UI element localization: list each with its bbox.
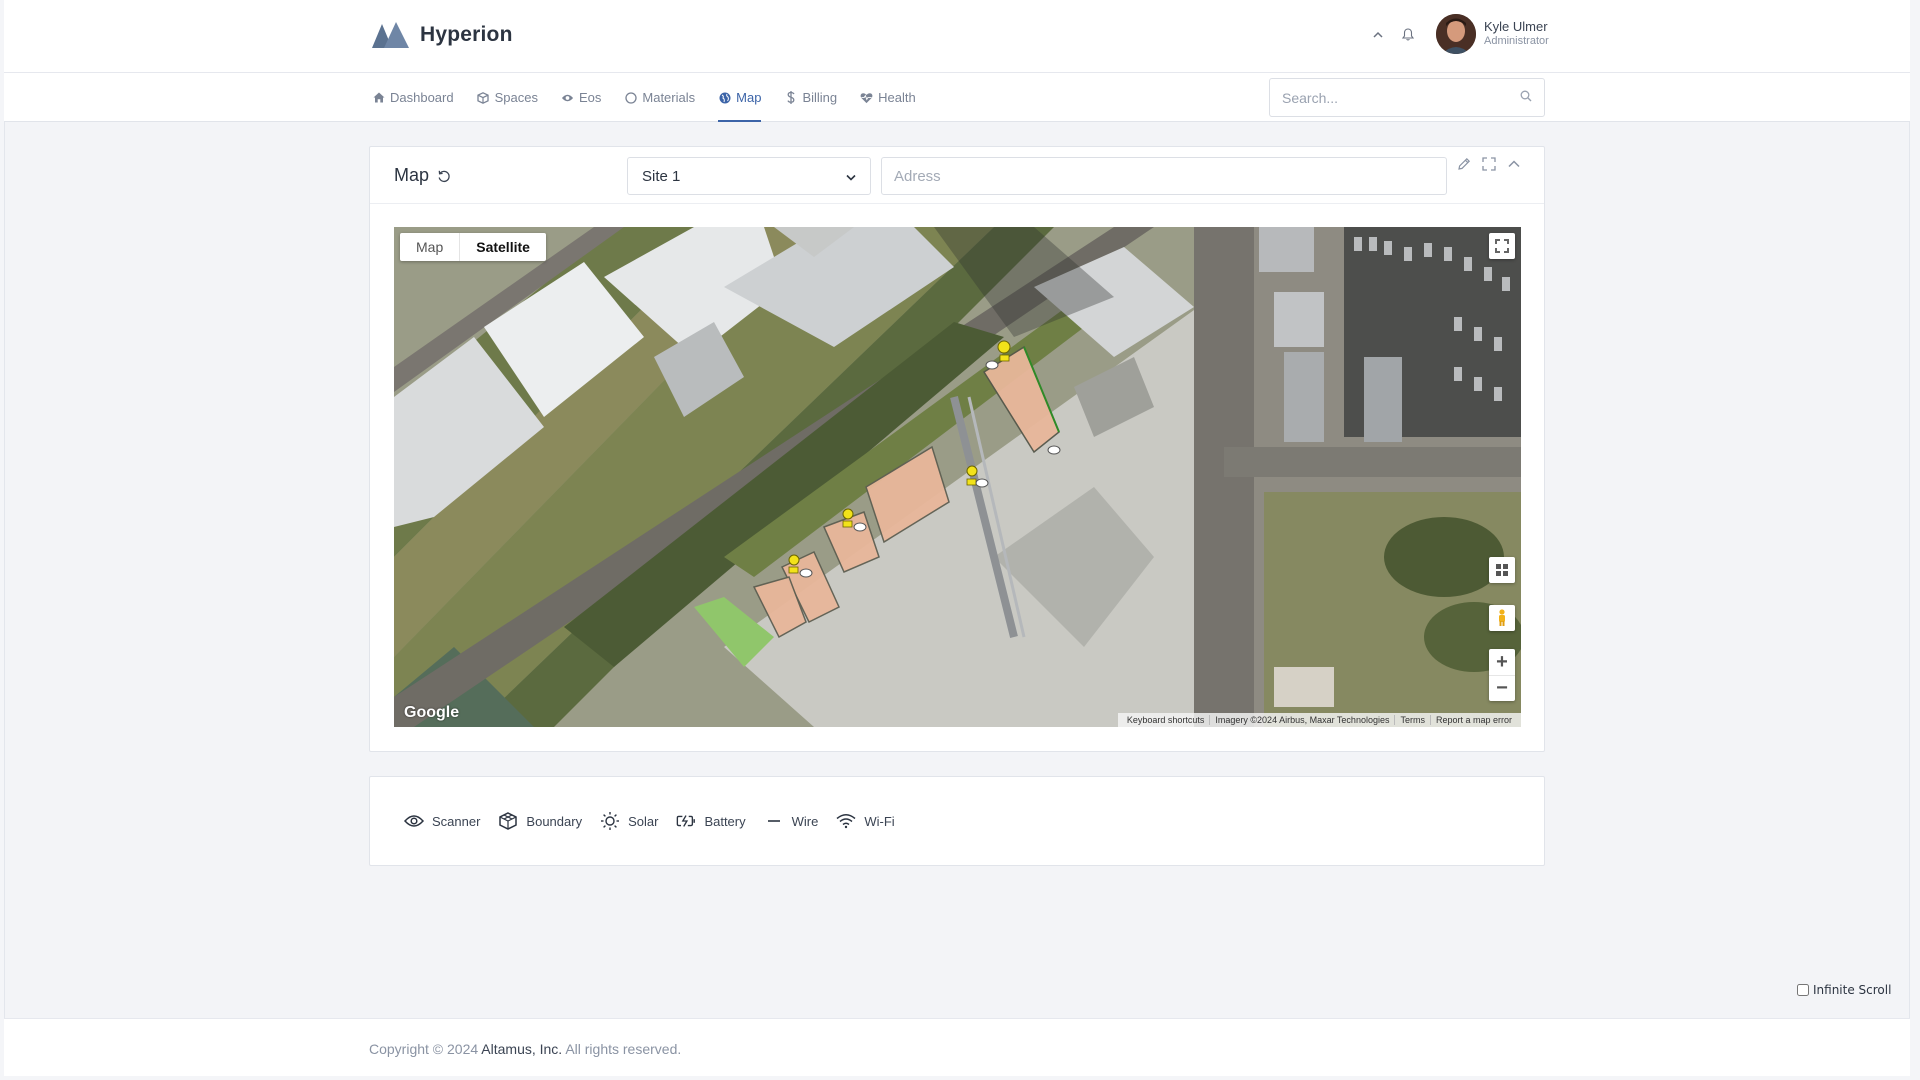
keyboard-shortcuts-link[interactable]: Keyboard shortcuts bbox=[1122, 715, 1210, 725]
nav-item-label: Billing bbox=[802, 90, 838, 105]
site-select[interactable]: Site 1 bbox=[627, 157, 871, 195]
map-legend: Scanner Boundary Solar Battery Wire Wi-F… bbox=[404, 812, 895, 830]
map-card-title: Map bbox=[394, 165, 451, 186]
search-icon[interactable] bbox=[1520, 89, 1532, 107]
legend-item-boundary: Boundary bbox=[498, 812, 582, 830]
legend-item-wifi: Wi-Fi bbox=[836, 812, 895, 830]
legend-card: Scanner Boundary Solar Battery Wire Wi-F… bbox=[369, 776, 1545, 866]
brand[interactable]: Hyperion bbox=[372, 22, 513, 48]
map-type-satellite-button[interactable]: Satellite bbox=[459, 233, 546, 261]
legend-label: Wire bbox=[791, 813, 819, 829]
nav-item-eos[interactable]: Eos bbox=[561, 73, 601, 122]
chevron-down-icon bbox=[846, 168, 856, 185]
edit-pencil-icon[interactable] bbox=[1457, 157, 1472, 172]
nav-item-label: Eos bbox=[578, 90, 602, 105]
expand-icon[interactable] bbox=[1482, 157, 1497, 172]
collapse-chevron-up-icon[interactable] bbox=[1507, 157, 1522, 172]
nav-item-spaces[interactable]: Spaces bbox=[477, 73, 538, 122]
drawing-tools-icon[interactable] bbox=[1489, 557, 1515, 583]
page-title: Map bbox=[394, 165, 430, 185]
avatar[interactable] bbox=[1436, 14, 1476, 54]
nav-item-label: Dashboard bbox=[390, 90, 454, 105]
user-role: Administrator bbox=[1484, 35, 1549, 48]
map-type-toggle: Map Satellite bbox=[400, 233, 546, 261]
nav-item-materials[interactable]: Materials bbox=[624, 73, 695, 122]
legend-label: Solar bbox=[628, 813, 659, 829]
brand-name: Hyperion bbox=[420, 23, 513, 46]
chevron-up-icon[interactable] bbox=[1368, 24, 1388, 44]
nav-item-billing[interactable]: Billing bbox=[784, 73, 837, 122]
search-input[interactable] bbox=[1282, 89, 1520, 106]
infinite-scroll-checkbox[interactable] bbox=[1797, 984, 1809, 996]
footer: Copyright © 2024 Altamus, Inc. All right… bbox=[4, 1018, 1910, 1076]
nav-items: Dashboard Spaces Eos Materials Map Billi… bbox=[372, 73, 939, 122]
report-map-error-link[interactable]: Report a map error bbox=[1429, 715, 1517, 725]
legend-item-solar: Solar bbox=[600, 812, 658, 830]
nav-item-health[interactable]: Health bbox=[860, 73, 916, 122]
boundary-cube-icon bbox=[498, 812, 518, 830]
globe-icon bbox=[718, 91, 731, 104]
imagery-credit: Imagery ©2024 Airbus, Maxar Technologies bbox=[1209, 715, 1394, 725]
top-header: Hyperion Kyle Ulmer Administrator bbox=[4, 0, 1910, 73]
hyperion-logo-icon bbox=[372, 22, 410, 48]
card-tools bbox=[1457, 157, 1522, 172]
company-link[interactable]: Altamus, Inc. bbox=[481, 1041, 562, 1057]
nav-item-dashboard[interactable]: Dashboard bbox=[372, 73, 454, 122]
dollar-icon bbox=[784, 91, 797, 104]
sun-icon bbox=[600, 812, 620, 830]
cube-icon bbox=[477, 91, 490, 104]
legend-item-wire: Wire bbox=[764, 812, 819, 830]
address-input[interactable] bbox=[881, 157, 1447, 195]
pegman-streetview-icon[interactable] bbox=[1489, 605, 1515, 631]
eye-icon bbox=[561, 91, 574, 104]
copyright: Copyright © 2024 Altamus, Inc. All right… bbox=[369, 1041, 681, 1057]
nav-item-map[interactable]: Map bbox=[718, 73, 762, 122]
fullscreen-map-icon[interactable] bbox=[1489, 233, 1515, 259]
battery-charging-icon bbox=[676, 812, 696, 830]
wifi-icon bbox=[836, 812, 856, 830]
map-card: Map Site 1 Adress Map Satellite + − Goog… bbox=[369, 146, 1545, 752]
nav-item-label: Materials bbox=[642, 90, 696, 105]
site-select-value: Site 1 bbox=[642, 167, 681, 185]
user-name: Kyle Ulmer bbox=[1484, 19, 1548, 34]
legend-label: Battery bbox=[704, 813, 746, 829]
legend-item-battery: Battery bbox=[676, 812, 746, 830]
legend-item-scanner: Scanner bbox=[404, 812, 480, 830]
zoom-in-icon[interactable]: + bbox=[1489, 649, 1515, 675]
map-attribution: Keyboard shortcuts Imagery ©2024 Airbus,… bbox=[1117, 713, 1521, 727]
infinite-scroll-label: Infinite Scroll bbox=[1813, 983, 1892, 997]
legend-label: Scanner bbox=[432, 813, 481, 829]
main-nav: Dashboard Spaces Eos Materials Map Billi… bbox=[4, 73, 1910, 122]
wire-line-icon bbox=[764, 812, 784, 830]
google-logo: Google bbox=[404, 704, 460, 721]
heartbeat-icon bbox=[860, 91, 873, 104]
terms-link[interactable]: Terms bbox=[1394, 715, 1430, 725]
eye-icon bbox=[404, 812, 424, 830]
copyright-prefix: Copyright © 2024 bbox=[369, 1041, 482, 1057]
user-info[interactable]: Kyle Ulmer Administrator bbox=[1484, 19, 1549, 49]
map-card-header: Map Site 1 bbox=[370, 147, 1544, 204]
satellite-imagery bbox=[394, 227, 1521, 727]
copyright-suffix: All rights reserved. bbox=[562, 1041, 682, 1057]
nav-item-label: Map bbox=[736, 90, 762, 105]
refresh-icon[interactable] bbox=[437, 169, 451, 183]
nav-item-label: Health bbox=[878, 90, 916, 105]
circle-icon bbox=[624, 91, 637, 104]
zoom-out-icon[interactable]: − bbox=[1489, 675, 1515, 701]
infinite-scroll-toggle[interactable]: Infinite Scroll bbox=[1797, 983, 1891, 997]
legend-label: Wi-Fi bbox=[864, 813, 895, 829]
bell-icon[interactable] bbox=[1398, 24, 1418, 44]
user-area: Kyle Ulmer Administrator bbox=[1368, 14, 1549, 54]
zoom-controls: + − bbox=[1489, 649, 1515, 701]
legend-label: Boundary bbox=[526, 813, 583, 829]
satellite-map[interactable]: Map Satellite + − Google Keyboard shortc… bbox=[394, 227, 1521, 727]
nav-item-label: Spaces bbox=[494, 90, 538, 105]
map-type-map-button[interactable]: Map bbox=[400, 233, 459, 261]
home-icon bbox=[372, 91, 385, 104]
global-search bbox=[1269, 78, 1545, 117]
